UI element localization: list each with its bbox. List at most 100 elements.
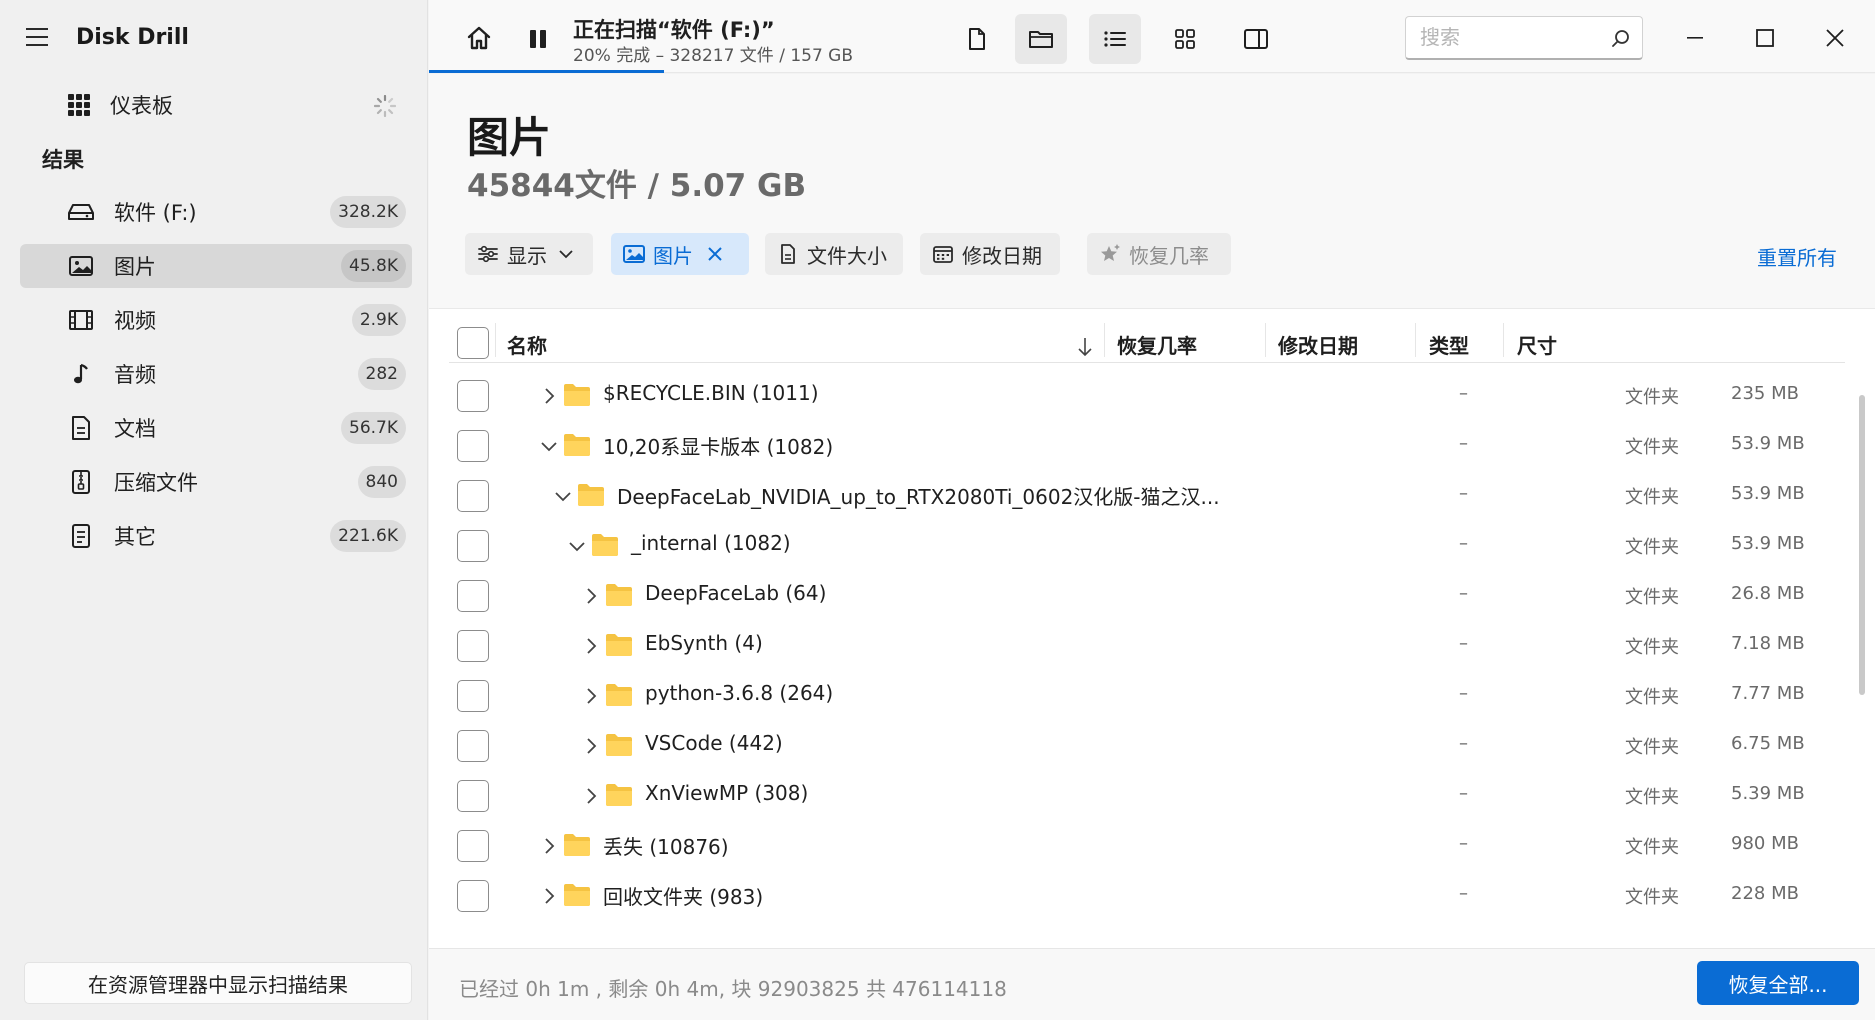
table-row[interactable]: XnViewMP (308) – 文件夹 5.39 MB — [449, 771, 1845, 821]
filter-chip-label: 恢复几率 — [1129, 243, 1209, 268]
count-badge: 56.7K — [341, 412, 406, 444]
select-all-checkbox[interactable] — [457, 327, 489, 359]
chevron-right-icon[interactable] — [581, 786, 601, 806]
maximize-icon — [1756, 29, 1774, 47]
table-row[interactable]: DeepFaceLab_NVIDIA_up_to_RTX2080Ti_0602汉… — [449, 471, 1845, 521]
chevron-right-icon[interactable] — [581, 736, 601, 756]
column-header-type[interactable]: 类型 — [1429, 325, 1469, 363]
row-checkbox[interactable] — [457, 780, 489, 812]
column-header-size[interactable]: 尺寸 — [1517, 325, 1557, 363]
other-file-icon — [68, 523, 94, 549]
grid-view-button[interactable] — [1159, 14, 1211, 64]
column-header-recovery[interactable]: 恢复几率 — [1117, 325, 1197, 363]
row-checkbox[interactable] — [457, 680, 489, 712]
chevron-right-icon[interactable] — [581, 586, 601, 606]
table-row[interactable]: _internal (1082) – 文件夹 53.9 MB — [449, 521, 1845, 571]
minimize-button[interactable] — [1675, 18, 1715, 58]
preview-panel-button[interactable] — [1230, 14, 1282, 64]
count-badge: 328.2K — [330, 196, 406, 228]
row-date: – — [1459, 583, 1468, 604]
page-title: 图片 — [467, 113, 552, 162]
remove-filter-icon[interactable] — [707, 246, 723, 262]
table-row[interactable]: VSCode (442) – 文件夹 6.75 MB — [449, 721, 1845, 771]
scan-title: 正在扫描“软件 (F:)” — [573, 18, 775, 42]
filter-chip-file-size[interactable]: 文件大小 — [765, 233, 903, 275]
row-size: 980 MB — [1731, 833, 1799, 854]
filter-chip-pictures[interactable]: 图片 — [611, 233, 749, 275]
chevron-down-icon[interactable] — [567, 536, 587, 556]
row-date: – — [1459, 783, 1468, 804]
sidebar-item-other[interactable]: 其它 221.6K — [20, 514, 412, 558]
page-summary: 45844文件 / 5.07 GB — [467, 168, 807, 204]
sidebar-item-documents[interactable]: 文档 56.7K — [20, 406, 412, 450]
search-icon[interactable] — [1612, 29, 1630, 47]
drive-icon — [68, 199, 94, 225]
row-name: 丢失 (10876) — [603, 835, 729, 859]
table-row[interactable]: 10,20系显卡版本 (1082) – 文件夹 53.9 MB — [449, 421, 1845, 471]
filter-chip-label: 文件大小 — [807, 243, 887, 268]
file-view-button[interactable] — [951, 14, 1003, 64]
row-date: – — [1459, 633, 1468, 654]
close-button[interactable] — [1815, 18, 1855, 58]
row-type: 文件夹 — [1625, 637, 1679, 658]
list-view-button[interactable] — [1089, 14, 1141, 64]
sidebar-item-videos[interactable]: 视频 2.9K — [20, 298, 412, 342]
column-header-name[interactable]: 名称 — [507, 325, 547, 363]
sidebar-item-archives[interactable]: 压缩文件 840 — [20, 460, 412, 504]
row-checkbox[interactable] — [457, 630, 489, 662]
recover-all-button[interactable]: 恢复全部... — [1697, 961, 1859, 1005]
file-icon — [969, 28, 985, 50]
chevron-right-icon[interactable] — [539, 886, 559, 906]
sidebar-item-dashboard[interactable]: 仪表板 — [20, 83, 412, 127]
chevron-right-icon[interactable] — [581, 686, 601, 706]
column-header-date[interactable]: 修改日期 — [1278, 325, 1358, 363]
sidebar-item-pictures[interactable]: 图片 45.8K — [20, 244, 412, 288]
row-checkbox[interactable] — [457, 880, 489, 912]
vertical-scrollbar[interactable] — [1859, 395, 1865, 695]
row-date: – — [1459, 683, 1468, 704]
film-icon — [68, 307, 94, 333]
chevron-right-icon[interactable] — [539, 836, 559, 856]
chevron-down-icon[interactable] — [553, 486, 573, 506]
folder-icon — [606, 584, 632, 606]
maximize-button[interactable] — [1745, 18, 1785, 58]
row-size: 5.39 MB — [1731, 783, 1805, 804]
row-checkbox[interactable] — [457, 530, 489, 562]
chevron-right-icon[interactable] — [581, 636, 601, 656]
row-checkbox[interactable] — [457, 430, 489, 462]
hamburger-menu-icon[interactable] — [26, 28, 48, 46]
reset-all-link[interactable]: 重置所有 — [1757, 242, 1837, 271]
table-row[interactable]: 丢失 (10876) – 文件夹 980 MB — [449, 821, 1845, 871]
image-icon — [623, 243, 645, 265]
folder-view-button[interactable] — [1015, 14, 1067, 64]
table-row[interactable]: python-3.6.8 (264) – 文件夹 7.77 MB — [449, 671, 1845, 721]
search-input[interactable] — [1406, 17, 1596, 57]
sort-arrow-down-icon[interactable] — [1078, 337, 1092, 357]
row-checkbox[interactable] — [457, 580, 489, 612]
chevron-right-icon[interactable] — [539, 386, 559, 406]
chevron-down-icon[interactable] — [539, 436, 559, 456]
sidebar-item-drive[interactable]: 软件 (F:) 328.2K — [20, 190, 412, 234]
row-name: _internal (1082) — [631, 531, 791, 555]
row-checkbox[interactable] — [457, 830, 489, 862]
row-checkbox[interactable] — [457, 730, 489, 762]
filter-chip-recovery-chance[interactable]: 恢复几率 — [1087, 233, 1231, 275]
results-list: 软件 (F:) 328.2K 图片 45.8K 视频 2.9K 音频 282 文… — [20, 190, 412, 568]
filter-chip-modified-date[interactable]: 修改日期 — [920, 233, 1060, 275]
row-date: – — [1459, 533, 1468, 554]
table-row[interactable]: EbSynth (4) – 文件夹 7.18 MB — [449, 621, 1845, 671]
row-checkbox[interactable] — [457, 480, 489, 512]
row-checkbox[interactable] — [457, 380, 489, 412]
table-row[interactable]: DeepFaceLab (64) – 文件夹 26.8 MB — [449, 571, 1845, 621]
table-header: 名称 恢复几率 修改日期 类型 尺寸 — [449, 317, 1845, 363]
sliders-icon — [477, 243, 499, 265]
folder-icon — [564, 434, 590, 456]
sidebar-item-audio[interactable]: 音频 282 — [20, 352, 412, 396]
table-row[interactable]: $RECYCLE.BIN (1011) – 文件夹 235 MB — [449, 371, 1845, 421]
row-size: 53.9 MB — [1731, 433, 1805, 454]
table-row[interactable]: 回收文件夹 (983) – 文件夹 228 MB — [449, 871, 1845, 921]
pause-icon[interactable] — [527, 28, 549, 50]
show-in-explorer-button[interactable]: 在资源管理器中显示扫描结果 — [24, 962, 412, 1004]
display-dropdown[interactable]: 显示 — [465, 233, 593, 275]
home-icon[interactable] — [465, 24, 493, 52]
